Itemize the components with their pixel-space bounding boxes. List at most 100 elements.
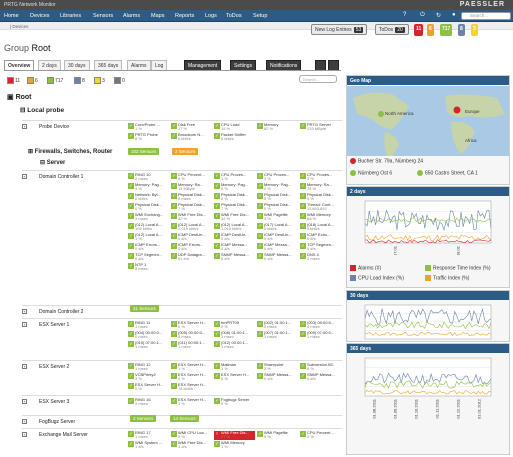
menu-setup[interactable]: Setup <box>253 13 267 19</box>
sensor-tile[interactable]: Network: Byt...0 kbit/s <box>128 193 169 202</box>
sensor-tile[interactable]: CPU Percent...5 % <box>171 173 212 182</box>
menu-search-input[interactable]: Search... <box>461 12 511 20</box>
filter-chip-1[interactable]: 6 <box>27 75 38 84</box>
device-toggle[interactable]: + <box>22 432 27 437</box>
device-toggle[interactable]: + <box>22 309 27 314</box>
sensor-tile[interactable]: WMI Pagefile5 % <box>257 431 298 440</box>
sensor-tile[interactable]: ESX Server H...0 % <box>171 373 212 382</box>
geo-location-0[interactable]: Bucher Str. 79a, Nürnberg 24 <box>350 158 423 164</box>
sensor-tile[interactable]: CPU Proces...3 % <box>300 173 341 182</box>
sensor-tile[interactable]: (012) Local A...2,019 kbit/s <box>171 223 212 232</box>
sensor-tile[interactable]: ESX Server H...78 kbit/s <box>171 383 212 392</box>
sensor-tile[interactable]: DNS 44 msec <box>300 253 341 262</box>
chart-2days[interactable]: 17.01 18.01 <box>347 197 509 255</box>
filter-chip-3[interactable]: 8 <box>74 75 85 84</box>
sensor-tile[interactable]: ICMP Messa...0 #/s <box>257 243 298 252</box>
sensor-tile[interactable]: WMI Pagefile3 % <box>257 213 298 222</box>
legend-item-3[interactable]: Traffic Index (%) <box>425 275 469 281</box>
sensor-tile[interactable]: Memory: Pag...4 % <box>128 183 169 192</box>
status-count-1[interactable]: 6 <box>427 24 434 36</box>
status-count-4[interactable]: 3 <box>471 24 478 36</box>
menu-logs[interactable]: Logs <box>205 13 217 19</box>
sensor-tile[interactable]: ESX Server H...1 % <box>171 398 212 407</box>
tab-overflow-1[interactable] <box>315 60 326 70</box>
sensor-tile[interactable]: bmPRT090 % <box>214 321 255 330</box>
sensor-tile[interactable]: Fogbugz Server0 % <box>214 398 255 407</box>
sensor-tile[interactable]: Physical Disk...0 % <box>257 203 298 212</box>
sensor-tile[interactable]: (018) Local A...0 kbit/s <box>300 223 341 232</box>
new-log-entries-button[interactable]: New Log Entries 53 <box>311 24 368 35</box>
group-firewalls-label[interactable]: Firewalls, Switches, Router <box>35 149 113 155</box>
sensor-tile[interactable]: PRTG Probe8 % <box>128 133 169 142</box>
sensor-tile[interactable]: Memory82 % <box>257 123 298 132</box>
sensor-tile[interactable]: ESX Server H...1 % <box>171 363 212 372</box>
sensor-tile[interactable]: RING 102 msec <box>128 173 169 182</box>
sensor-tile[interactable]: WMI Free Dis...27 % <box>214 431 255 440</box>
menu-alarms[interactable]: Alarms <box>123 13 140 19</box>
sensor-tile[interactable]: ICMP Messa...0 #/s <box>214 243 255 252</box>
sensor-tile[interactable]: Disk Free27 % <box>171 123 212 132</box>
device-name[interactable]: Exchange Mail Server <box>39 432 88 438</box>
sensor-tile[interactable]: WMI CPU Loa...0 % <box>171 431 212 440</box>
chart-30days[interactable] <box>347 301 509 341</box>
menu-home[interactable]: Home <box>4 13 19 19</box>
sensor-tile[interactable]: SNMP Messa...0 #/s <box>257 373 298 382</box>
sensor-tile[interactable]: NTP 18 msec <box>128 263 169 272</box>
status-count-0[interactable]: 11 <box>414 24 424 36</box>
sensor-tile[interactable]: Broadcom N...0 kbit/s <box>171 133 212 142</box>
device-name[interactable]: ESX Server 1 <box>39 322 69 328</box>
filter-chip-4[interactable]: 3 <box>94 75 105 84</box>
sensor-tile[interactable]: (017) Local A...0 kbit/s <box>257 223 298 232</box>
user-icon[interactable]: ● <box>452 12 456 18</box>
chart-365days[interactable]: 01.08.2011 01.09.2011 01.10.2011 01.11.2011… <box>347 354 509 420</box>
sensor-tile[interactable]: Packet Sniffer0 kbit/s <box>214 133 255 142</box>
legend-item-1[interactable]: Response Time Index (%) <box>425 265 491 271</box>
device-toggle[interactable]: + <box>22 124 27 129</box>
sensor-tile[interactable]: PRTG Server133 MByte <box>300 123 341 132</box>
device-name[interactable]: Domain Controller 1 <box>39 174 83 180</box>
sensor-tile[interactable]: (004) 00:00:0...0 msec <box>128 331 169 340</box>
fogbugz-badge-a[interactable]: 2 Sensors <box>130 415 157 422</box>
firewalls-sensors-badge[interactable]: 102 Sensors <box>128 148 160 155</box>
tab-management[interactable]: Management <box>184 60 222 70</box>
todos-button[interactable]: ToDos 20 <box>375 24 409 35</box>
filter-chip-0[interactable]: 11 <box>7 75 20 84</box>
sensor-tile[interactable]: (012) 00:00:1...1 msec <box>214 341 255 350</box>
tab-overview[interactable]: Overview <box>4 60 35 70</box>
sensor-tile[interactable]: CPU Proces...1 % <box>214 173 255 182</box>
sensor-tile[interactable]: SNMP Messa...0 #/s <box>257 253 298 262</box>
sensor-tile[interactable]: (010) 07:00:1...1 msec <box>128 341 169 350</box>
sensor-tile[interactable]: (012) Local A...1 % <box>128 233 169 242</box>
sensor-tile[interactable]: RING 111 msec <box>128 321 169 330</box>
group-server-label[interactable]: Server <box>47 160 66 166</box>
sensor-tile[interactable]: Memory: Ra...14 MByte <box>171 183 212 192</box>
tab-settings[interactable]: Settings <box>230 60 257 70</box>
sensor-tile[interactable]: Memory: Pag...6 % <box>214 183 255 192</box>
sensor-tile[interactable]: UDP Datagra...61 #/s <box>171 253 212 262</box>
tree-root-label[interactable]: Root <box>16 94 32 101</box>
sensor-tile[interactable]: VCBPrinty23 % <box>128 373 169 382</box>
fogbugz-badge-b[interactable]: 14 Sensors <box>170 415 199 422</box>
sensor-tile[interactable]: TCP Segmen...0 #/s <box>300 243 341 252</box>
tab-notifications[interactable]: Notifications <box>266 60 302 70</box>
sensor-tile[interactable]: ICMP DestUn...0 #/s <box>171 233 212 242</box>
legend-item-2[interactable]: CPU Load Index (%) <box>350 275 404 281</box>
sensor-tile[interactable]: Core/Probe ...1 % <box>128 123 169 132</box>
sensor-tile[interactable]: (012) Local A...105 kbit/s <box>128 223 169 232</box>
status-count-2[interactable]: 717 <box>440 24 453 36</box>
sensor-tile[interactable]: (005) 00:00:0...4 msec <box>171 331 212 340</box>
sensor-tile[interactable]: WMI Memory1 % <box>214 441 255 450</box>
sensor-tile[interactable]: Physical Disk...9 msec <box>171 193 212 202</box>
device-name[interactable]: Probe Device <box>39 124 69 130</box>
sensor-tile[interactable]: (002) 01:00:1...0 msec <box>257 321 298 330</box>
sensor-tile[interactable]: Physical Disk...0 % <box>128 203 169 212</box>
legend-item-0[interactable]: Alarms (#) <box>350 265 381 271</box>
sensor-tile[interactable]: Physical Disk...0 % <box>214 193 255 202</box>
help-icon[interactable]: ? <box>403 12 406 18</box>
sensor-tile[interactable]: SNMP Messa...0 #/s <box>214 253 255 262</box>
sensor-tile[interactable]: ICMP Errors...0 #/s <box>171 243 212 252</box>
tree-probe-label[interactable]: Local probe <box>27 107 64 114</box>
sensor-tile[interactable]: WMI Exchang...3 msec <box>128 213 169 222</box>
sensor-tile[interactable]: (003) 09:00:0...4 msec <box>300 321 341 330</box>
device-name[interactable]: Domain Controller 2 <box>39 309 83 315</box>
